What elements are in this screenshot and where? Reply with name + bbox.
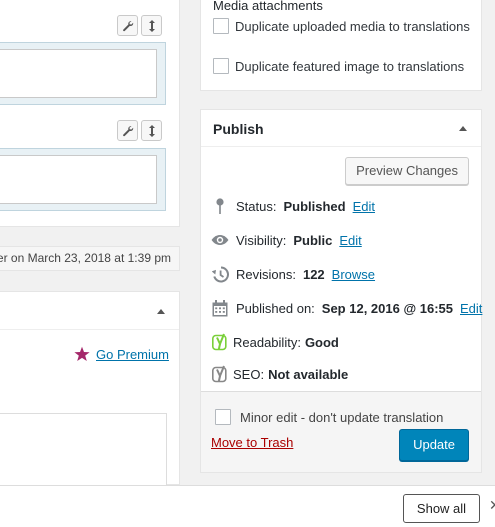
publish-header[interactable]: Publish [201, 110, 481, 147]
preview-changes-button[interactable]: Preview Changes [345, 157, 469, 185]
yoast-readability-icon [211, 333, 229, 351]
revisions-label: Revisions: [236, 266, 296, 282]
status-edit-link[interactable]: Edit [353, 199, 375, 214]
star-icon [74, 346, 90, 361]
browse-revisions-link[interactable]: Browse [332, 267, 375, 282]
media-attachments-title: Media attachments [213, 0, 323, 13]
translation-input-1[interactable] [0, 49, 157, 98]
published-on-label: Published on: [236, 300, 315, 316]
up-down-arrow-icon [148, 124, 155, 137]
eye-icon [211, 231, 229, 249]
readability-value: Good [304, 334, 339, 350]
published-on-row: Published on: Sep 12, 2016 @ 16:55 Edit [211, 299, 482, 317]
status-row: Status: Published Edit [211, 197, 375, 215]
minor-edit-label: Minor edit - don't update translation [240, 410, 444, 425]
duplicate-media-checkbox[interactable] [213, 18, 229, 34]
visibility-label: Visibility: [236, 232, 287, 248]
readability-label: Readability: [233, 334, 301, 350]
collapse-caret-icon[interactable] [459, 126, 467, 131]
collapse-caret-icon[interactable] [157, 309, 165, 314]
readability-row: Readability: Good [211, 333, 339, 351]
visibility-row: Visibility: Public Edit [211, 231, 362, 249]
publish-title: Publish [213, 121, 264, 137]
visibility-value: Public [293, 232, 333, 248]
duplicate-featured-checkbox[interactable] [213, 58, 229, 74]
seo-label: SEO: [233, 366, 265, 382]
visibility-edit-link[interactable]: Edit [339, 233, 361, 248]
metabox-header[interactable] [0, 292, 179, 330]
publish-panel: Publish Preview Changes Status: Published… [200, 109, 482, 473]
last-modified-text: er on March 23, 2018 at 1:39 pm [0, 251, 171, 265]
update-button[interactable]: Update [399, 429, 469, 461]
yoast-seo-icon [211, 365, 229, 383]
translation-field-1 [0, 42, 166, 105]
translation-fields-panel [0, 0, 180, 227]
duplicate-media-option[interactable]: Duplicate uploaded media to translations [213, 17, 475, 36]
wrench-icon [122, 125, 133, 136]
duplicate-featured-label: Duplicate featured image to translations [235, 59, 465, 74]
published-on-edit-link[interactable]: Edit [460, 301, 482, 316]
revisions-history-icon [211, 265, 229, 283]
translation-input-2[interactable] [0, 155, 157, 204]
status-label: Status: [236, 198, 277, 214]
minor-edit-option[interactable]: Minor edit - don't update translation [215, 408, 443, 427]
calendar-icon [211, 299, 229, 317]
go-premium-link[interactable]: Go Premium [96, 347, 169, 362]
wrench-button-2[interactable] [117, 120, 138, 141]
bottom-bar: Show all ✕ [0, 485, 495, 527]
metabox-content-area [0, 413, 167, 493]
go-premium-link-row[interactable]: Go Premium [74, 346, 169, 362]
yoast-metabox: Go Premium [0, 291, 180, 493]
publish-actions: Minor edit - don't update translation Mo… [201, 391, 481, 472]
seo-value: Not available [268, 366, 349, 382]
up-down-arrow-icon [148, 19, 155, 32]
move-button-2[interactable] [141, 120, 162, 141]
pin-icon [211, 197, 229, 215]
duplicate-media-label: Duplicate uploaded media to translations [235, 19, 470, 34]
published-on-value: Sep 12, 2016 @ 16:55 [321, 300, 453, 316]
revisions-count: 122 [302, 266, 325, 282]
show-all-button[interactable]: Show all [403, 494, 480, 523]
revisions-row: Revisions: 122 Browse [211, 265, 375, 283]
last-modified-bar: er on March 23, 2018 at 1:39 pm [0, 246, 180, 271]
close-icon[interactable]: ✕ [489, 497, 495, 514]
move-to-trash-link[interactable]: Move to Trash [211, 435, 293, 450]
minor-edit-checkbox[interactable] [215, 409, 231, 425]
translation-field-2 [0, 148, 166, 211]
move-button[interactable] [141, 15, 162, 36]
status-value: Published [283, 198, 346, 214]
seo-row: SEO: Not available [211, 365, 348, 383]
wrench-icon [122, 20, 133, 31]
duplicate-featured-option[interactable]: Duplicate featured image to translations [213, 57, 464, 76]
media-attachments-panel: Media attachments Duplicate uploaded med… [200, 0, 482, 91]
wrench-button[interactable] [117, 15, 138, 36]
